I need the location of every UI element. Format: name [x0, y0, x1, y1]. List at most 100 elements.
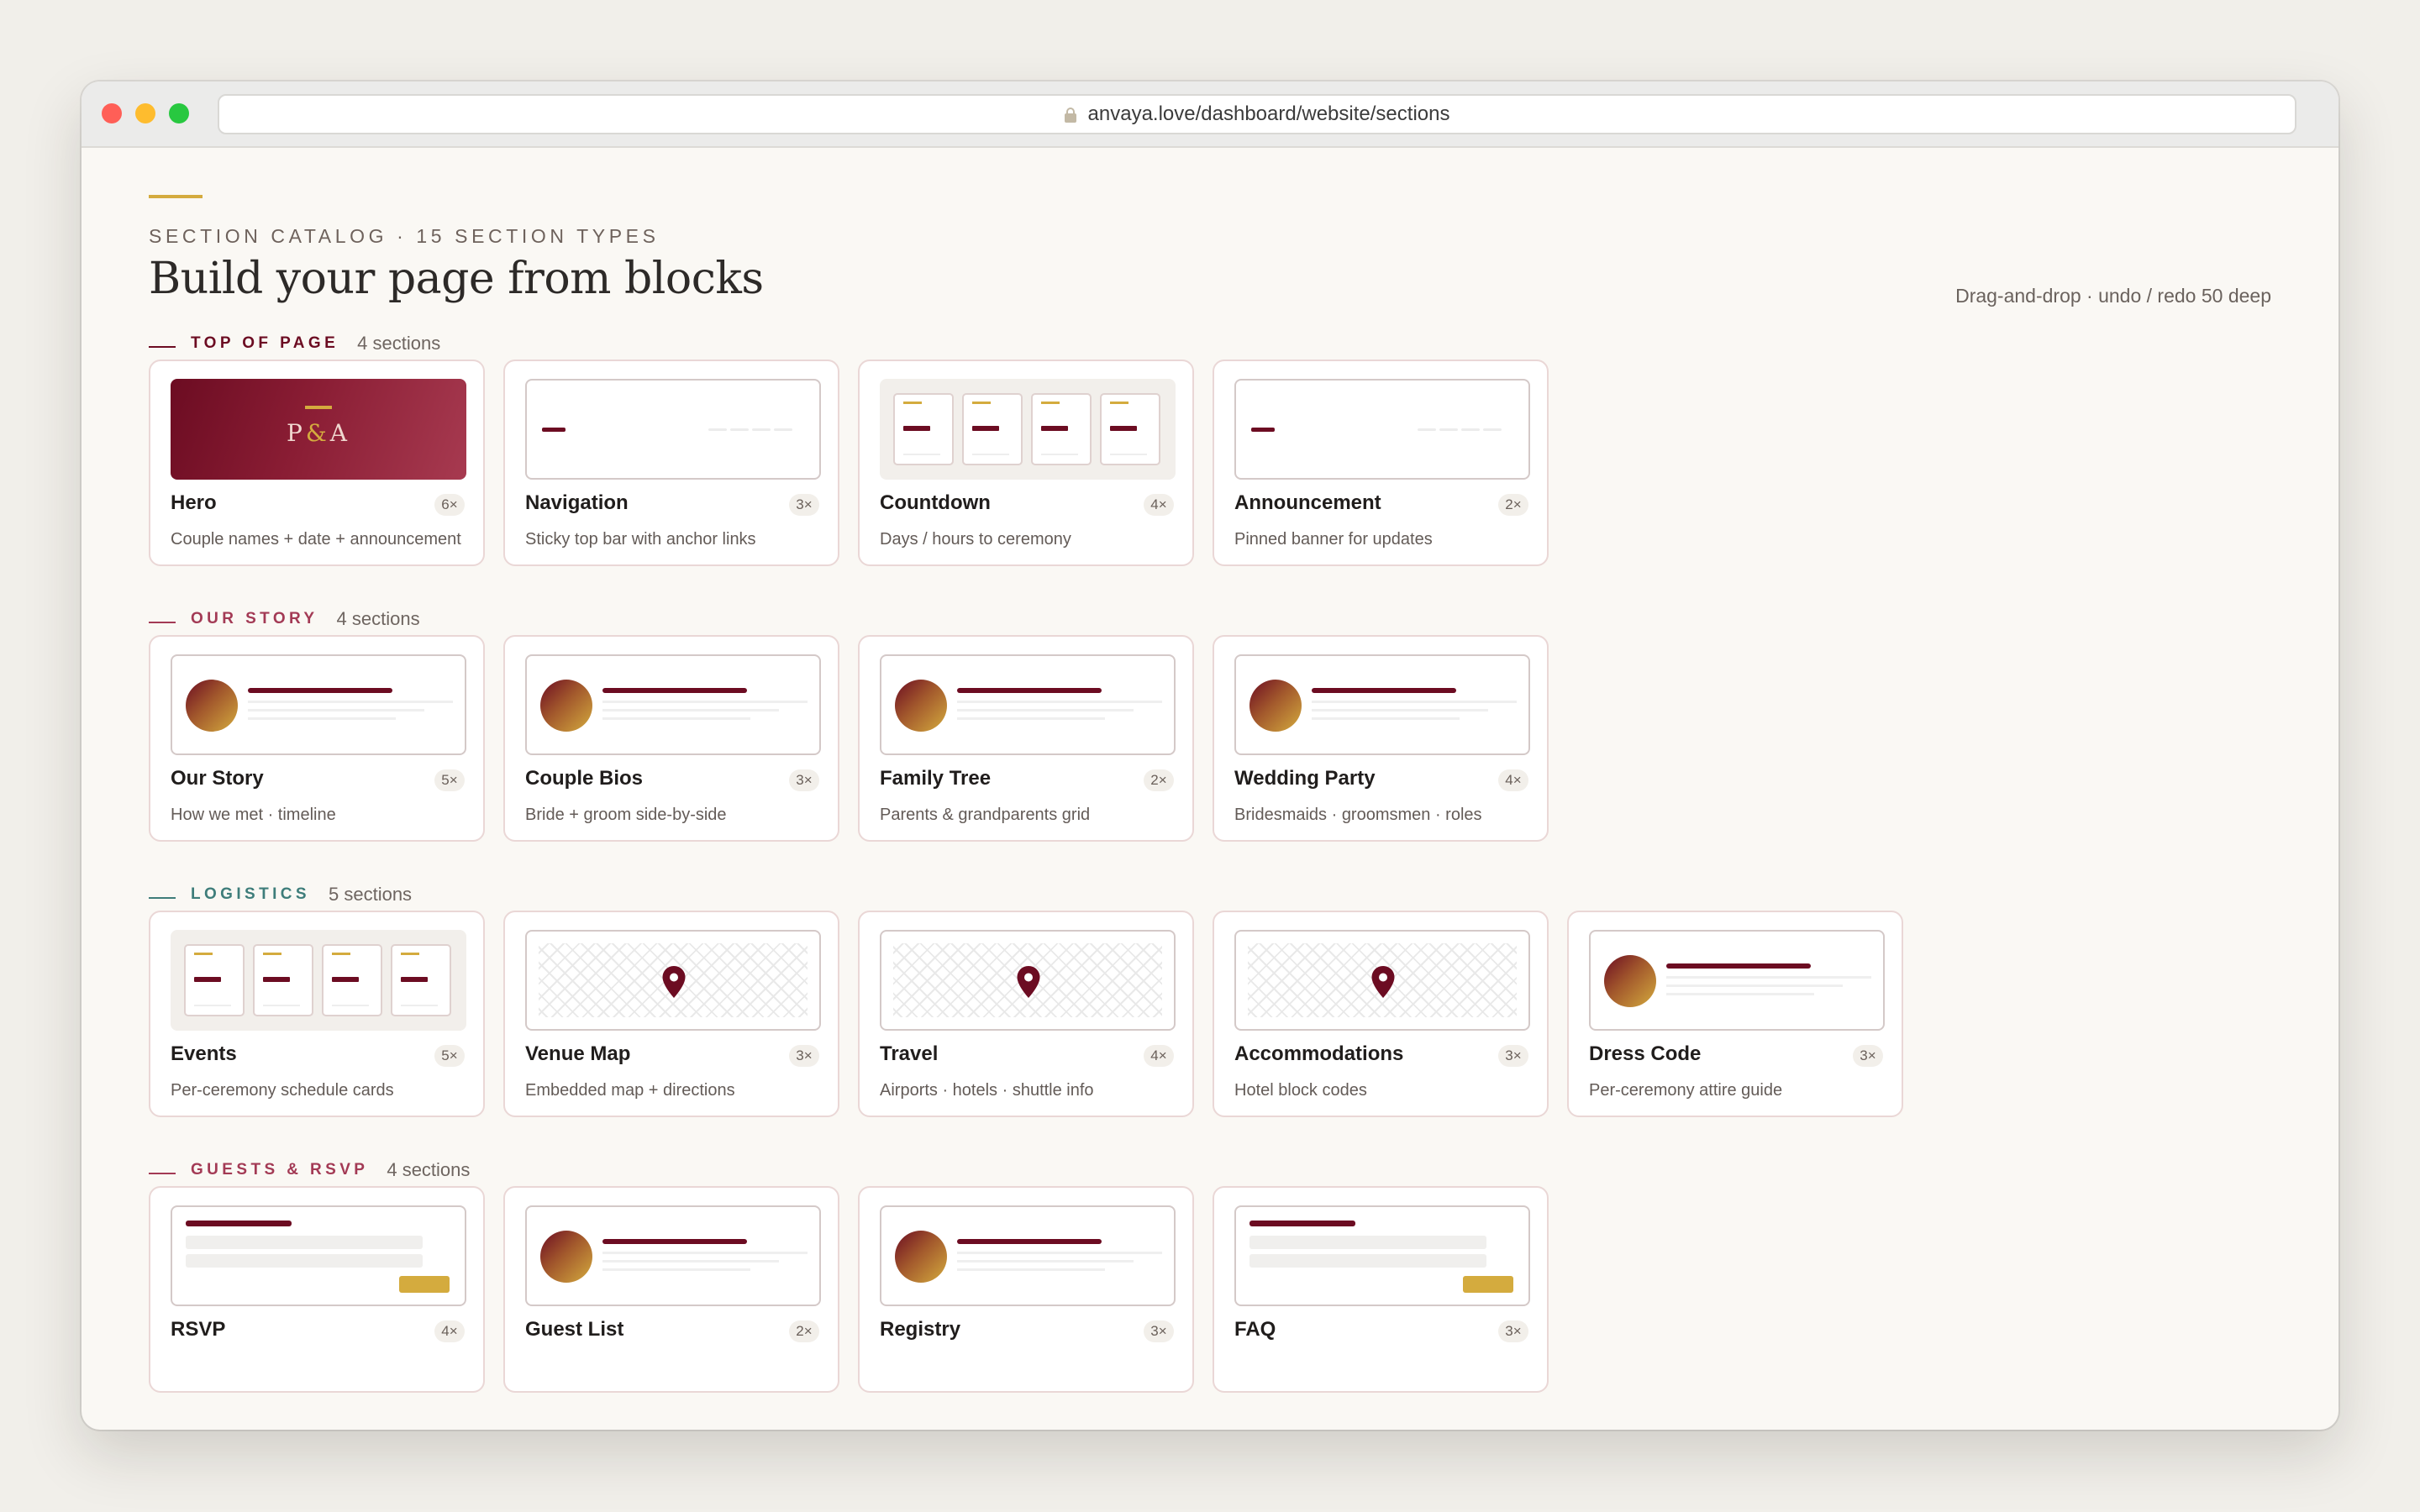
section-card-description: Embedded map + directions — [525, 1081, 735, 1100]
section-card-description: Airports · hotels · shuttle info — [880, 1081, 1094, 1100]
section-thumbnail — [1234, 654, 1530, 755]
section-thumbnail — [525, 930, 821, 1031]
section-group-title: LOGISTICS — [191, 885, 310, 903]
form-field-placeholder — [1249, 1254, 1486, 1268]
section-card-rsvp[interactable]: RSVP 4× — [149, 1186, 485, 1393]
section-card-guest-list[interactable]: Guest List 2× — [503, 1186, 839, 1393]
section-thumbnail — [1589, 930, 1885, 1031]
section-card-venue-map[interactable]: Venue Map 3× Embedded map + directions — [503, 911, 839, 1117]
browser-window: anvaya.love/dashboard/website/sections S… — [82, 81, 2338, 1430]
close-window-button[interactable] — [102, 103, 122, 123]
text-placeholder — [1312, 701, 1517, 703]
section-card-title: FAQ — [1234, 1318, 1276, 1341]
mini-card-value — [332, 977, 359, 982]
monogram-initial-1: P — [286, 419, 306, 447]
section-card-description: Bridesmaids · groomsmen · roles — [1234, 806, 1482, 824]
mini-card-value — [194, 977, 221, 982]
text-placeholder — [957, 688, 1102, 693]
mini-card-footer — [401, 1005, 438, 1006]
text-placeholder — [248, 701, 453, 703]
section-card-events[interactable]: Events 5× Per-ceremony schedule cards — [149, 911, 485, 1117]
nav-link-placeholder — [752, 428, 771, 431]
maximize-window-button[interactable] — [169, 103, 189, 123]
section-card-description: Per-ceremony attire guide — [1589, 1081, 1783, 1100]
text-placeholder — [957, 709, 1134, 711]
section-card-hero[interactable]: P&A Hero 6× Couple names + date + announcem… — [149, 360, 485, 566]
usage-count-badge: 4× — [1498, 769, 1528, 791]
nav-link-placeholder — [1483, 428, 1502, 431]
mini-card-accent — [263, 953, 281, 955]
usage-count-badge: 6× — [434, 494, 465, 516]
section-card-description: How we met · timeline — [171, 806, 336, 824]
section-card-description: Parents & grandparents grid — [880, 806, 1091, 824]
section-card-grid: RSVP 4× Guest List 2× Registry 3× FAQ 3× — [149, 1186, 1549, 1393]
form-field-placeholder — [1249, 1236, 1486, 1249]
section-group-dash — [149, 897, 176, 899]
mini-card — [253, 944, 313, 1016]
mini-card-accent — [903, 402, 922, 404]
section-card-faq[interactable]: FAQ 3× — [1213, 1186, 1549, 1393]
section-card-title: RSVP — [171, 1318, 226, 1341]
minimize-window-button[interactable] — [135, 103, 155, 123]
section-card-accommodations[interactable]: Accommodations 3× Hotel block codes — [1213, 911, 1549, 1117]
usage-count-badge: 4× — [1144, 1045, 1174, 1067]
nav-link-placeholder — [1461, 428, 1480, 431]
page-content: SECTION CATALOG · 15 SECTION TYPES Build… — [82, 148, 2338, 1430]
section-card-travel[interactable]: Travel 4× Airports · hotels · shuttle info — [858, 911, 1194, 1117]
section-card-our-story[interactable]: Our Story 5× How we met · timeline — [149, 635, 485, 842]
section-card-title: Venue Map — [525, 1042, 631, 1065]
address-bar-url: anvaya.love/dashboard/website/sections — [1087, 102, 1450, 125]
nav-link-placeholder — [1418, 428, 1436, 431]
avatar — [895, 680, 947, 732]
section-card-family-tree[interactable]: Family Tree 2× Parents & grandparents grid — [858, 635, 1194, 842]
section-thumbnail — [525, 379, 821, 480]
section-group-our-story: OUR STORY 4 sections Our Story 5× How we met… — [149, 606, 2338, 842]
mini-card-accent — [972, 402, 991, 404]
section-thumbnail — [1234, 379, 1530, 480]
section-thumbnail — [1234, 1205, 1530, 1306]
mini-card-footer — [1041, 454, 1078, 455]
browser-titlebar: anvaya.love/dashboard/website/sections — [82, 81, 2338, 148]
avatar — [1249, 680, 1302, 732]
section-group-count: 4 sections — [387, 1159, 471, 1180]
avatar — [1604, 955, 1656, 1007]
section-thumbnail — [880, 379, 1176, 480]
section-thumbnail — [171, 1205, 466, 1306]
section-card-dress-code[interactable]: Dress Code 3× Per-ceremony attire guide — [1567, 911, 1903, 1117]
text-placeholder — [602, 1252, 808, 1254]
section-group-title: OUR STORY — [191, 610, 318, 627]
section-card-title: Wedding Party — [1234, 767, 1376, 790]
section-card-grid: P&A Hero 6× Couple names + date + announcem… — [149, 360, 1549, 566]
nav-logo-mark — [542, 428, 566, 432]
text-placeholder — [1666, 976, 1871, 979]
text-placeholder — [1312, 717, 1460, 720]
catalog-eyebrow: SECTION CATALOG · 15 SECTION TYPES — [149, 225, 660, 247]
section-thumbnail — [880, 930, 1176, 1031]
mini-card-accent — [194, 953, 213, 955]
section-card-title: Events — [171, 1042, 237, 1065]
address-bar[interactable]: anvaya.love/dashboard/website/sections — [218, 94, 2296, 134]
hero-monogram: P&A — [171, 419, 466, 447]
section-card-couple-bios[interactable]: Couple Bios 3× Bride + groom side-by-side — [503, 635, 839, 842]
text-placeholder — [248, 709, 424, 711]
map-pin-icon — [661, 965, 687, 999]
avatar — [540, 1231, 592, 1283]
section-thumbnail — [525, 1205, 821, 1306]
section-card-wedding-party[interactable]: Wedding Party 4× Bridesmaids · groomsmen ·… — [1213, 635, 1549, 842]
section-card-registry[interactable]: Registry 3× — [858, 1186, 1194, 1393]
text-placeholder — [1666, 993, 1814, 995]
text-placeholder — [602, 1260, 779, 1263]
mini-card-footer — [972, 454, 1009, 455]
map-pin-icon — [1370, 965, 1396, 999]
mini-card-footer — [1110, 454, 1147, 455]
section-card-navigation[interactable]: Navigation 3× Sticky top bar with anchor l… — [503, 360, 839, 566]
usage-count-badge: 4× — [1144, 494, 1174, 516]
nav-link-placeholder — [774, 428, 792, 431]
section-card-countdown[interactable]: Countdown 4× Days / hours to ceremony — [858, 360, 1194, 566]
section-card-announcement[interactable]: Announcement 2× Pinned banner for updates — [1213, 360, 1549, 566]
section-card-description: Couple names + date + announcement — [171, 530, 461, 549]
section-group-header: OUR STORY 4 sections — [149, 606, 2338, 632]
mini-card-value — [972, 426, 999, 431]
section-group-header: GUESTS & RSVP 4 sections — [149, 1158, 2338, 1183]
mini-card-value — [1041, 426, 1068, 431]
